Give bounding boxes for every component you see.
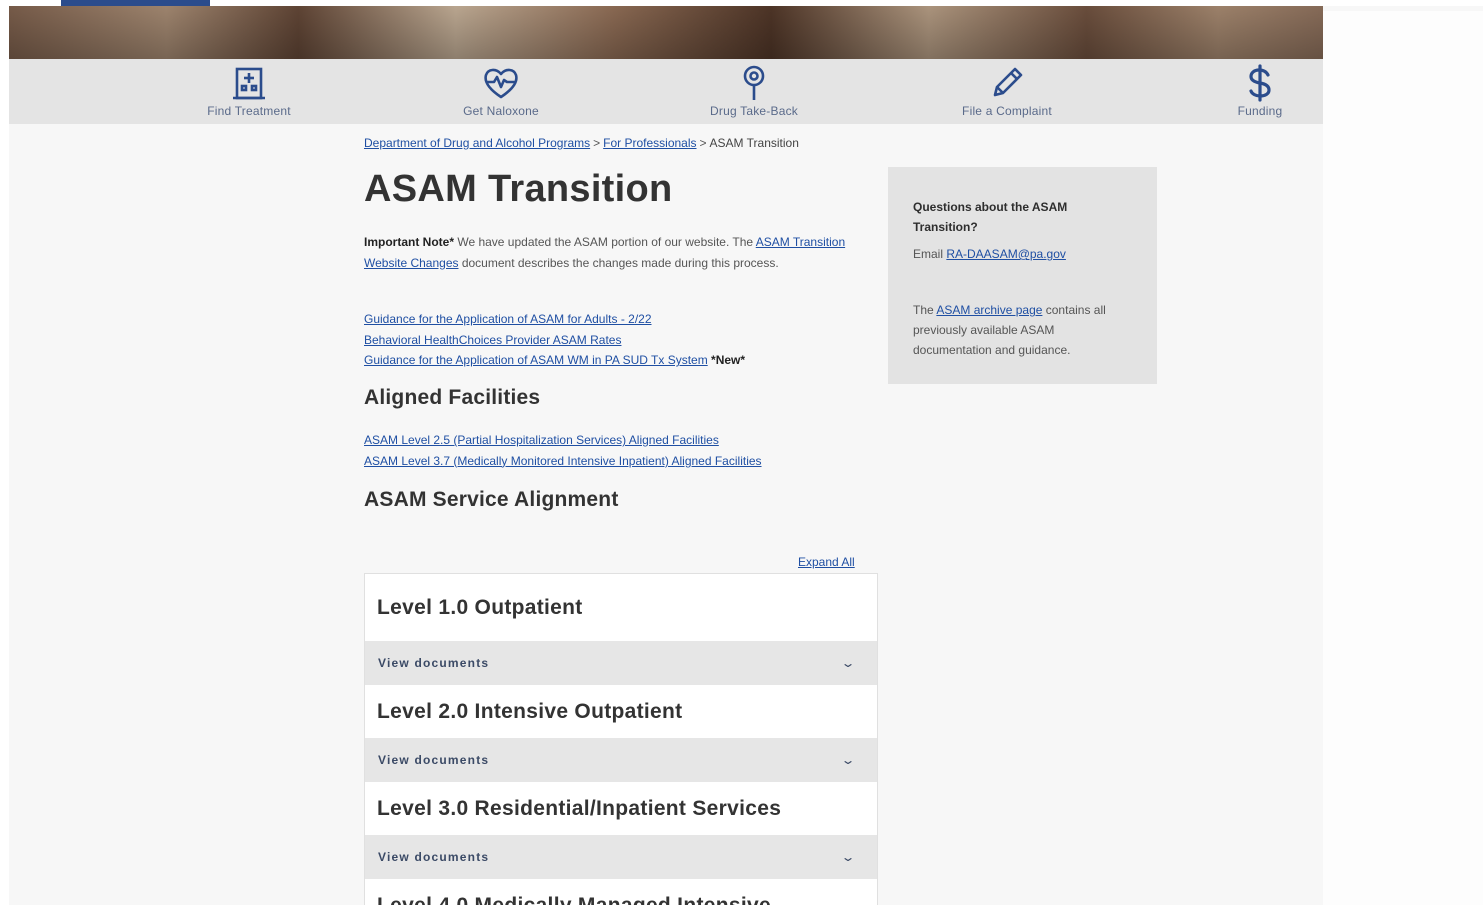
sidebar-email-label: Email — [913, 247, 947, 261]
quick-nav-label: Find Treatment — [207, 104, 291, 118]
location-pin-icon — [743, 65, 765, 100]
view-documents-label: View documents — [378, 753, 490, 767]
quick-nav-drug-take-back[interactable]: Drug Take-Back — [684, 59, 824, 124]
quick-nav-file-complaint[interactable]: File a Complaint — [937, 59, 1077, 124]
important-note: Important Note* We have updated the ASAM… — [364, 232, 874, 273]
sidebar-archive-before: The — [913, 303, 937, 317]
document-links: Guidance for the Application of ASAM for… — [364, 309, 745, 371]
important-note-text-end: document describes the changes made duri… — [458, 255, 779, 270]
facility-link-level-3-7[interactable]: ASAM Level 3.7 (Medically Monitored Inte… — [364, 451, 762, 472]
sidebar-email-link[interactable]: RA-DAASAM@pa.gov — [946, 247, 1066, 261]
archive-page-link[interactable]: ASAM archive page — [936, 303, 1042, 317]
chevron-down-icon: ⌄ — [840, 850, 856, 864]
quick-nav-label: Funding — [1237, 104, 1283, 118]
view-documents-label: View documents — [378, 850, 490, 864]
document-link-provider-rates[interactable]: Behavioral HealthChoices Provider ASAM R… — [364, 333, 621, 347]
dollar-icon — [1249, 64, 1271, 102]
chevron-down-icon: ⌄ — [840, 753, 856, 767]
pencil-icon — [993, 67, 1023, 97]
view-documents-label: View documents — [378, 656, 490, 670]
sidebar-email-row: Email RA-DAASAM@pa.gov — [913, 244, 1132, 264]
document-row: Guidance for the Application of ASAM WM … — [364, 350, 745, 371]
new-badge: *New* — [711, 353, 746, 367]
service-alignment-accordion: Level 1.0 Outpatient View documents ⌄ Le… — [364, 573, 878, 905]
expand-all-link[interactable]: Expand All — [798, 555, 855, 569]
sidebar-question: Questions about the ASAM Transition? — [913, 200, 1068, 234]
breadcrumb-link-ddap[interactable]: Department of Drug and Alcohol Programs — [364, 136, 590, 150]
facility-link-level-2-5[interactable]: ASAM Level 2.5 (Partial Hospitalization … — [364, 430, 762, 451]
page-title: ASAM Transition — [364, 168, 673, 210]
breadcrumb-current: ASAM Transition — [709, 136, 799, 150]
sidebar-contact-box: Questions about the ASAM Transition? Ema… — [888, 167, 1157, 384]
accordion-title-level-2: Level 2.0 Intensive Outpatient — [365, 685, 877, 738]
quick-nav-label: Get Naloxone — [463, 104, 539, 118]
quick-nav-label: File a Complaint — [962, 104, 1052, 118]
chevron-down-icon: ⌄ — [840, 656, 856, 670]
document-link-adults-guidance[interactable]: Guidance for the Application of ASAM for… — [364, 312, 652, 326]
accordion-title-level-1: Level 1.0 Outpatient — [365, 574, 877, 641]
page-gutter — [1323, 11, 1483, 905]
heart-pulse-icon — [484, 68, 518, 99]
document-row: Behavioral HealthChoices Provider ASAM R… — [364, 330, 745, 351]
document-row: Guidance for the Application of ASAM for… — [364, 309, 745, 330]
view-documents-toggle[interactable]: View documents ⌄ — [365, 835, 877, 879]
sidebar-archive-text: The ASAM archive page contains all previ… — [913, 300, 1132, 360]
view-documents-toggle[interactable]: View documents ⌄ — [365, 738, 877, 782]
aligned-facilities-heading: Aligned Facilities — [364, 386, 541, 409]
aligned-facilities-list: ASAM Level 2.5 (Partial Hospitalization … — [364, 430, 762, 471]
service-alignment-heading: ASAM Service Alignment — [364, 488, 619, 511]
quick-nav-label: Drug Take-Back — [710, 104, 798, 118]
accordion-title-level-3: Level 3.0 Residential/Inpatient Services — [365, 782, 877, 835]
breadcrumb-link-professionals[interactable]: For Professionals — [603, 136, 696, 150]
important-note-label: Important Note* — [364, 235, 454, 249]
breadcrumb: Department of Drug and Alcohol Programs >… — [364, 136, 799, 150]
quick-nav-find-treatment[interactable]: Find Treatment — [179, 59, 319, 124]
important-note-text: We have updated the ASAM portion of our … — [454, 235, 756, 249]
hero-image — [9, 6, 1323, 59]
quick-nav-get-naloxone[interactable]: Get Naloxone — [431, 59, 571, 124]
breadcrumb-separator: > — [699, 136, 707, 150]
hospital-icon — [233, 67, 265, 100]
quick-nav: Find Treatment Get Naloxone Drug Take-Ba… — [9, 59, 1323, 124]
breadcrumb-separator: > — [593, 136, 601, 150]
document-link-wm-guidance[interactable]: Guidance for the Application of ASAM WM … — [364, 353, 708, 367]
quick-nav-funding[interactable]: Funding — [1190, 59, 1330, 124]
view-documents-toggle[interactable]: View documents ⌄ — [365, 641, 877, 685]
page: Find Treatment Get Naloxone Drug Take-Ba… — [9, 6, 1483, 905]
accordion-title-level-4: Level 4.0 Medically Managed Intensive — [365, 879, 877, 905]
